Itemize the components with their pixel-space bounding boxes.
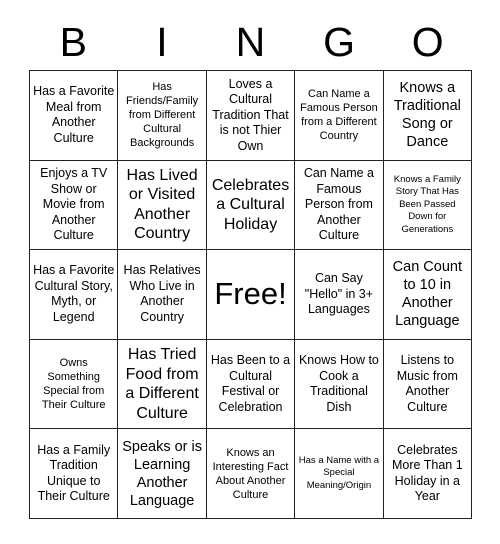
bingo-cell-label: Speaks or is Learning Another Language [122, 438, 202, 509]
bingo-cell-free[interactable]: Free! [206, 250, 296, 340]
bingo-cell-label: Has a Favorite Cultural Story, Myth, or … [33, 263, 115, 324]
bingo-cell[interactable]: Celebrates a Cultural Holiday [206, 160, 296, 251]
bingo-cell-label: Can Count to 10 in Another Language [392, 259, 462, 330]
bingo-cell-label: Has Lived or Visited Another Country [126, 166, 198, 243]
bingo-cell[interactable]: Knows a Traditional Song or Dance [383, 71, 473, 161]
bingo-cell-label: Has a Family Tradition Unique to Their C… [37, 442, 111, 504]
bingo-cell[interactable]: Has Lived or Visited Another Country [118, 160, 207, 251]
bingo-cell[interactable]: Can Say "Hello" in 3+ Languages [295, 250, 384, 340]
bingo-cell[interactable]: Has a Family Tradition Unique to Their C… [30, 429, 119, 519]
bingo-cell[interactable]: Loves a Cultural Tradition That is not T… [206, 71, 296, 161]
bingo-cell-label: Listens to Music from Another Culture [396, 353, 458, 414]
header-letter-g: G [323, 18, 356, 65]
bingo-cell[interactable]: Can Count to 10 in Another Language [383, 250, 473, 340]
bingo-cell[interactable]: Celebrates More Than 1 Holiday in a Year [383, 429, 473, 519]
header-letter-o: O [411, 18, 444, 65]
bingo-cell-label: Has Been to a Cultural Festival or Celeb… [210, 353, 291, 414]
bingo-cell-label: Celebrates a Cultural Holiday [211, 176, 290, 233]
header-letter-n: N [235, 18, 266, 65]
bingo-cell[interactable]: Listens to Music from Another Culture [383, 339, 473, 430]
bingo-cell[interactable]: Has Relatives Who Live in Another Countr… [118, 250, 207, 340]
bingo-cell[interactable]: Knows a Family Story That Has Been Passe… [383, 160, 473, 251]
bingo-cell[interactable]: Has Tried Food from a Different Culture [118, 339, 207, 430]
bingo-cell[interactable]: Has Friends/Family from Different Cultur… [118, 71, 207, 161]
bingo-cell-label: Has Tried Food from a Different Culture [125, 346, 199, 422]
bingo-cell-label: Can Name a Famous Person from Another Cu… [303, 166, 375, 243]
bingo-row: Has a Favorite Meal from Another Culture… [30, 71, 473, 161]
bingo-cell-label: Knows a Traditional Song or Dance [393, 80, 461, 151]
bingo-cell-label: Loves a Cultural Tradition That is not T… [212, 76, 289, 153]
bingo-cell[interactable]: Speaks or is Learning Another Language [118, 429, 207, 519]
bingo-row: Enjoys a TV Show or Movie from Another C… [30, 160, 473, 251]
bingo-row: Has a Favorite Cultural Story, Myth, or … [30, 250, 473, 340]
bingo-cell-label: Knows How to Cook a Traditional Dish [298, 353, 379, 414]
bingo-cell-label: Has Friends/Family from Different Cultur… [126, 81, 199, 150]
header-letter-i: I [156, 18, 168, 65]
bingo-header: B I N G O [29, 14, 472, 70]
bingo-row: Has a Family Tradition Unique to Their C… [30, 429, 473, 519]
bingo-cell[interactable]: Knows an Interesting Fact About Another … [206, 429, 296, 519]
bingo-cell[interactable]: Has Been to a Cultural Festival or Celeb… [206, 339, 296, 430]
bingo-cell-label: Has a Name with a Special Meaning/Origin [298, 454, 380, 491]
bingo-cell-label: Knows a Family Story That Has Been Passe… [393, 173, 461, 235]
bingo-cell[interactable]: Enjoys a TV Show or Movie from Another C… [30, 160, 119, 251]
bingo-cell-label: Knows an Interesting Fact About Another … [212, 446, 289, 501]
bingo-cell-label: Can Say "Hello" in 3+ Languages [304, 271, 374, 317]
bingo-cell[interactable]: Has a Favorite Cultural Story, Myth, or … [30, 250, 119, 340]
bingo-card: B I N G O Has a Favorite Meal from Anoth… [29, 14, 473, 519]
bingo-cell-label: Has Relatives Who Live in Another Countr… [123, 263, 201, 324]
bingo-cell[interactable]: Can Name a Famous Person from a Differen… [295, 71, 384, 161]
bingo-free-label: Free! [214, 276, 287, 312]
bingo-cell-label: Celebrates More Than 1 Holiday in a Year [392, 442, 463, 504]
bingo-cell[interactable]: Has a Favorite Meal from Another Culture [30, 71, 119, 161]
bingo-cell-label: Enjoys a TV Show or Movie from Another C… [40, 166, 108, 243]
bingo-cell[interactable]: Knows How to Cook a Traditional Dish [295, 339, 384, 430]
bingo-cell[interactable]: Owns Something Special from Their Cultur… [30, 339, 119, 430]
header-letter-b: B [59, 18, 87, 65]
bingo-cell[interactable]: Can Name a Famous Person from Another Cu… [295, 160, 384, 251]
bingo-cell-label: Has a Favorite Meal from Another Culture [33, 84, 115, 145]
bingo-cell-label: Owns Something Special from Their Cultur… [41, 357, 106, 412]
bingo-grid: Has a Favorite Meal from Another Culture… [29, 70, 473, 519]
bingo-cell[interactable]: Has a Name with a Special Meaning/Origin [295, 429, 384, 519]
bingo-cell-label: Can Name a Famous Person from a Differen… [300, 88, 378, 143]
bingo-row: Owns Something Special from Their Cultur… [30, 339, 473, 430]
